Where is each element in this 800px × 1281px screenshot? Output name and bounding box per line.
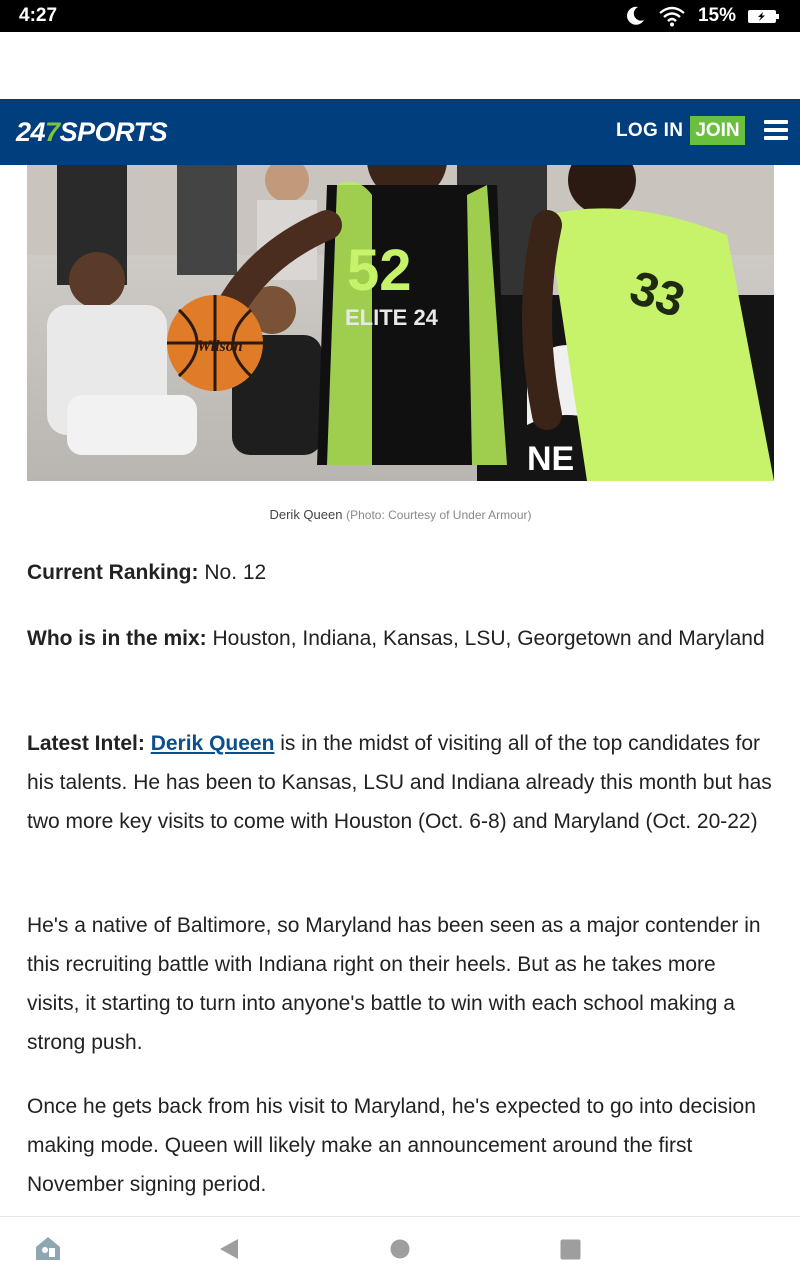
mix-value: Houston, Indiana, Kansas, LSU, Georgetow… bbox=[206, 627, 765, 650]
login-button[interactable]: LOG IN bbox=[616, 120, 683, 142]
ranking-paragraph: Current Ranking: No. 12 bbox=[27, 553, 773, 592]
svg-text:NE: NE bbox=[527, 440, 574, 478]
mix-label: Who is in the mix: bbox=[27, 627, 207, 650]
back-icon[interactable] bbox=[218, 1238, 240, 1260]
photo-caption: Derik Queen (Photo: Courtesy of Under Ar… bbox=[27, 507, 774, 522]
status-time: 4:27 bbox=[19, 5, 58, 26]
status-icons: 15% bbox=[624, 4, 779, 28]
ball-brand: Wilson bbox=[197, 338, 243, 355]
logo-word: SPORTS bbox=[59, 116, 168, 147]
menu-icon[interactable] bbox=[764, 120, 788, 140]
site-header: 24 7 SPORTS LOG IN JOIN bbox=[0, 99, 800, 165]
caption-credit: (Photo: Courtesy of Under Armour) bbox=[346, 508, 532, 522]
intel-label: Latest Intel: bbox=[27, 732, 145, 755]
intel-paragraph: Latest Intel: Derik Queen is in the mids… bbox=[27, 724, 773, 841]
jersey-number: 52 bbox=[347, 238, 412, 303]
paragraph-decision: Once he gets back from his visit to Mary… bbox=[27, 1095, 756, 1196]
wifi-icon bbox=[659, 6, 685, 27]
ad-banner-area bbox=[0, 32, 800, 99]
site-logo[interactable]: 24 7 SPORTS bbox=[16, 116, 168, 148]
join-button[interactable]: JOIN bbox=[690, 116, 745, 145]
caption-name: Derik Queen bbox=[269, 507, 343, 522]
article-photo: NE 52 ELITE 24 Wilson 33 bbox=[27, 165, 774, 481]
ranking-value: No. 12 bbox=[198, 561, 267, 584]
paragraph-baltimore: He's a native of Baltimore, so Maryland … bbox=[27, 914, 761, 1054]
logo-seven: 7 bbox=[45, 116, 60, 147]
battery-icon bbox=[748, 9, 779, 23]
home-icon[interactable] bbox=[33, 1233, 63, 1263]
system-nav-bar bbox=[0, 1216, 800, 1281]
moon-icon bbox=[627, 6, 644, 25]
status-bar: 4:27 15% bbox=[0, 0, 800, 32]
recents-icon[interactable] bbox=[560, 1239, 581, 1260]
ranking-label: Current Ranking: bbox=[27, 561, 199, 584]
battery-percent: 15% bbox=[697, 5, 736, 26]
mix-paragraph: Who is in the mix: Houston, Indiana, Kan… bbox=[27, 619, 773, 658]
jersey-text: ELITE 24 bbox=[345, 305, 439, 330]
circle-home-icon[interactable] bbox=[390, 1239, 410, 1259]
player-link[interactable]: Derik Queen bbox=[151, 732, 275, 755]
logo-number: 24 bbox=[16, 116, 46, 147]
